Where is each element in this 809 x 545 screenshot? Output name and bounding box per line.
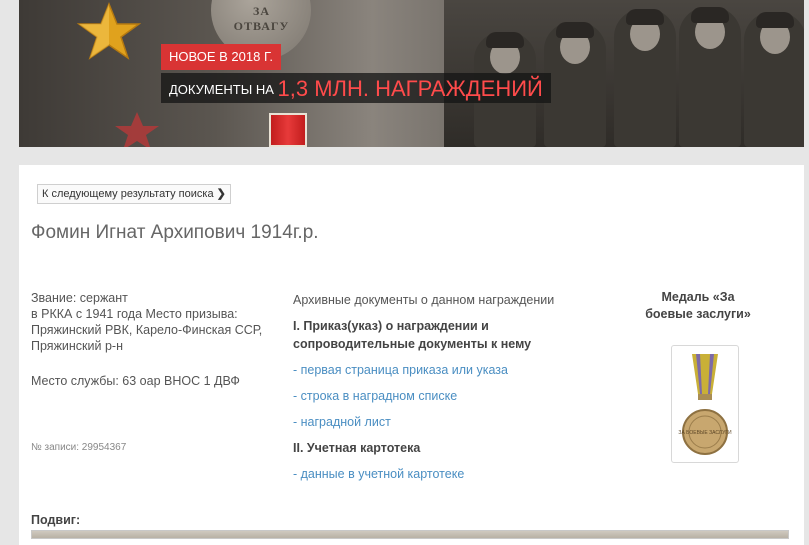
record-number: № записи: 29954367	[31, 442, 127, 453]
person-details: Звание: сержант в РККА с 1941 года Место…	[31, 290, 276, 389]
link-award-list-line[interactable]: - строка в наградном списке	[293, 387, 593, 405]
award-medal-thumbnail[interactable]: ЗА БОЕВЫЕ ЗАСЛУГИ	[671, 345, 739, 463]
link-first-page-order[interactable]: - первая страница приказа или указа	[293, 361, 593, 379]
red-star-order-icon	[115, 112, 159, 147]
medal-combat-merit-icon: ЗА БОЕВЫЕ ЗАСЛУГИ	[678, 354, 732, 455]
link-award-sheet[interactable]: - наградной лист	[293, 413, 593, 431]
chevron-right-icon: ❯	[216, 188, 226, 200]
award-title: Медаль «За боевые заслуги»	[645, 290, 751, 321]
feat-label: Подвиг:	[31, 513, 81, 527]
rank-line: Звание: сержант	[31, 291, 128, 305]
documents-count-tag: ДОКУМЕНТЫ НА 1,3 МЛН. НАГРАЖДЕНИЙ	[161, 73, 551, 103]
documents-prefix: ДОКУМЕНТЫ НА	[169, 82, 274, 97]
service-line: в РККА с 1941 года Место призыва: Пряжин…	[31, 307, 263, 353]
soldier-cap	[691, 7, 729, 23]
soldier-cap	[486, 32, 524, 48]
documents-highlight: 1,3 МЛН. НАГРАЖДЕНИЙ	[277, 76, 543, 101]
next-search-result-button[interactable]: К следующему результату поиска ❯	[37, 184, 231, 204]
soldier-figure	[614, 9, 676, 147]
gold-star-icon	[77, 1, 141, 60]
archive-documents: Архивные документы о данном награждении …	[293, 291, 593, 483]
archive-title: Архивные документы о данном награждении	[293, 293, 555, 307]
section-order-title: I. Приказ(указ) о награждении и сопровод…	[293, 319, 532, 351]
soldier-figure	[544, 22, 606, 147]
soldier-cap	[556, 22, 594, 38]
new-in-2018-tag: НОВОЕ В 2018 Г.	[161, 44, 282, 70]
soldier-figure	[744, 12, 804, 147]
hero-banner: ЗА ОТВАГУ НОВОЕ В 2018 Г. ДОКУМЕНТЫ НА 1…	[19, 0, 804, 147]
section-card-index-title: II. Учетная картотека	[293, 441, 421, 455]
link-card-index-data[interactable]: - данные в учетной картотеке	[293, 465, 593, 483]
unit-line: Место службы: 63 оар ВНОС 1 ДВФ	[31, 374, 240, 388]
medal-for-courage-inscription: ЗА ОТВАГУ	[233, 4, 290, 33]
soldier-cap	[756, 12, 794, 28]
next-search-result-label: К следующему результату поиска	[42, 188, 214, 200]
medal-inscription: ЗА БОЕВЫЕ ЗАСЛУГИ	[678, 430, 732, 436]
soldier-figure	[679, 7, 741, 147]
person-name-title: Фомин Игнат Архипович 1914г.р.	[31, 222, 319, 243]
soldier-cap	[626, 9, 664, 25]
medal-ribbon-image	[269, 113, 307, 147]
feat-document-image[interactable]	[31, 530, 789, 539]
